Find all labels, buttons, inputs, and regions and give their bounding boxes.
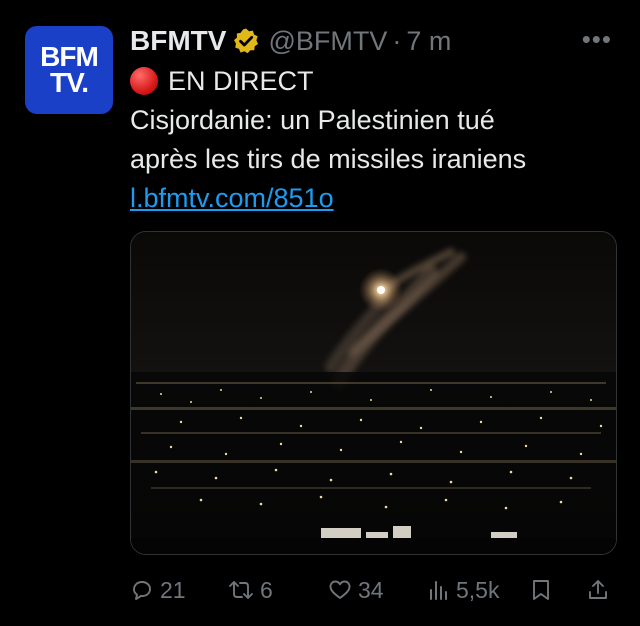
live-label: EN DIRECT (168, 66, 314, 96)
live-line: EN DIRECT (130, 62, 620, 101)
tweet-header: BFMTV @BFMTV · 7 m (130, 22, 451, 60)
author-name[interactable]: BFMTV (130, 25, 226, 57)
like-button[interactable]: 34 (328, 572, 384, 608)
views-button[interactable]: 5,5k (428, 572, 499, 608)
heart-icon (329, 580, 351, 599)
red-circle-icon (130, 67, 158, 95)
bookmark-icon (533, 580, 549, 600)
share-button[interactable] (586, 572, 610, 608)
tweet-actions: 21 6 34 5,5k (130, 572, 620, 608)
author-handle[interactable]: @BFMTV (268, 26, 387, 57)
avatar-logo-line2: TV. (50, 67, 89, 98)
tweet-text: EN DIRECT Cisjordanie: un Palestinien tu… (130, 62, 620, 218)
retweet-icon (229, 581, 253, 599)
retweet-count: 6 (260, 576, 273, 603)
night-sky-missile-photo (131, 232, 616, 554)
like-count: 34 (358, 576, 384, 603)
bfmtv-avatar[interactable]: BFM TV. (25, 26, 113, 114)
reply-count: 21 (160, 576, 186, 603)
share-icon (589, 580, 607, 599)
post-time[interactable]: 7 m (406, 26, 451, 57)
views-count: 5,5k (456, 576, 500, 603)
reply-button[interactable]: 21 (130, 572, 186, 608)
tweet-line-1: Cisjordanie: un Palestinien tué (130, 105, 495, 135)
reply-icon (133, 581, 151, 600)
article-link[interactable]: l.bfmtv.com/851o (130, 183, 334, 213)
bookmark-button[interactable] (530, 572, 552, 608)
tweet-line-2: après les tirs de missiles iraniens (130, 144, 527, 174)
tweet-image[interactable] (130, 231, 617, 555)
retweet-button[interactable]: 6 (228, 572, 273, 608)
more-options-icon[interactable]: ••• (582, 24, 612, 55)
views-chart-icon (430, 581, 447, 600)
verified-badge-icon[interactable] (232, 27, 260, 55)
separator-dot: · (392, 25, 402, 56)
